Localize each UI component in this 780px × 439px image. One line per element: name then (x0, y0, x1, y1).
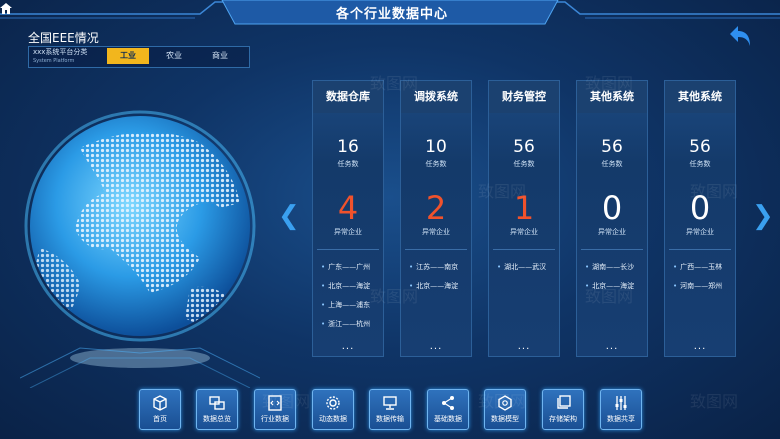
anomaly-label: 异常企业 (489, 227, 559, 237)
nav-data-sharing-button[interactable]: 数据共享 (600, 389, 642, 430)
task-count-label: 任务数 (313, 159, 383, 169)
divider (405, 249, 467, 250)
task-count-label: 任务数 (665, 159, 735, 169)
list-item[interactable]: 北京——海淀 (321, 277, 383, 296)
location-list: 湖北——武汉 (489, 258, 559, 277)
hexagon-icon (497, 395, 513, 411)
anomaly-count: 2 (401, 191, 471, 225)
share-icon (440, 395, 456, 411)
task-count: 56 (665, 137, 735, 157)
nav-industry-data-button[interactable]: 行业数据 (254, 389, 296, 430)
tab-commerce[interactable]: 商业 (199, 48, 241, 64)
page-title-text: 各个行业数据中心 (336, 7, 448, 22)
panel-title: 其他系统 (665, 81, 735, 113)
location-list: 广西——玉林 河南——郑州 (665, 258, 735, 296)
monitor-icon (382, 395, 398, 411)
list-item[interactable]: 河南——郑州 (673, 277, 735, 296)
task-count-label: 任务数 (577, 159, 647, 169)
list-item[interactable]: 北京——海淀 (409, 277, 471, 296)
more-button[interactable]: ... (577, 341, 647, 352)
nav-label: 行业数据 (255, 414, 295, 424)
panel-title: 财务管控 (489, 81, 559, 113)
nav-storage-architecture-button[interactable]: 存储架构 (542, 389, 584, 430)
platform-label: xxx系统平台分类 System Platform (33, 48, 87, 66)
next-arrow-icon[interactable]: ❯ (752, 203, 774, 229)
location-list: 湖南——长沙 北京——海淀 (577, 258, 647, 296)
platform-selector: xxx系统平台分类 System Platform 工业 农业 商业 (28, 46, 250, 68)
more-button[interactable]: ... (489, 341, 559, 352)
nav-data-model-button[interactable]: 数据模型 (484, 389, 526, 430)
panel-title: 调拨系统 (401, 81, 471, 113)
list-item[interactable]: 上海——浦东 (321, 296, 383, 315)
panel-title: 其他系统 (577, 81, 647, 113)
nav-label: 数据总览 (197, 414, 237, 424)
list-item[interactable]: 浙江——杭州 (321, 315, 383, 334)
gear-icon (325, 395, 341, 411)
code-doc-icon (267, 395, 283, 411)
anomaly-label: 异常企业 (577, 227, 647, 237)
task-count: 56 (577, 137, 647, 157)
anomaly-count: 0 (665, 191, 735, 225)
tab-industry[interactable]: 工业 (107, 48, 149, 64)
panel-other-system-1: 其他系统 56 任务数 0 异常企业 湖南——长沙 北京——海淀 ... (576, 80, 648, 357)
panel-finance-control: 财务管控 56 任务数 1 异常企业 湖北——武汉 ... (488, 80, 560, 357)
tab-agriculture[interactable]: 农业 (153, 48, 195, 64)
location-list: 江苏——南京 北京——海淀 (401, 258, 471, 296)
nav-data-transfer-button[interactable]: 数据传输 (369, 389, 411, 430)
panel-title: 数据仓库 (313, 81, 383, 113)
cube-icon (152, 395, 168, 411)
location-list: 广东——广州 北京——海淀 上海——浦东 浙江——杭州 (313, 258, 383, 334)
nav-dynamic-data-button[interactable]: 动态数据 (312, 389, 354, 430)
overview-icon (209, 395, 225, 411)
task-count-label: 任务数 (489, 159, 559, 169)
nav-label: 基础数据 (428, 414, 468, 424)
task-count: 10 (401, 137, 471, 157)
anomaly-label: 异常企业 (401, 227, 471, 237)
nav-basic-data-button[interactable]: 基础数据 (427, 389, 469, 430)
anomaly-label: 异常企业 (665, 227, 735, 237)
divider (493, 249, 555, 250)
nav-label: 动态数据 (313, 414, 353, 424)
nav-label: 数据共享 (601, 414, 641, 424)
list-item[interactable]: 北京——海淀 (585, 277, 647, 296)
list-item[interactable]: 广东——广州 (321, 258, 383, 277)
anomaly-label: 异常企业 (313, 227, 383, 237)
anomaly-count: 4 (313, 191, 383, 225)
list-item[interactable]: 湖北——武汉 (497, 258, 559, 277)
nav-label: 首页 (140, 414, 180, 424)
list-item[interactable]: 湖南——长沙 (585, 258, 647, 277)
nav-label: 数据模型 (485, 414, 525, 424)
more-button[interactable]: ... (313, 341, 383, 352)
anomaly-count: 0 (577, 191, 647, 225)
nav-home-button[interactable]: 首页 (139, 389, 181, 430)
panel-dispatch-system: 调拨系统 10 任务数 2 异常企业 江苏——南京 北京——海淀 ... (400, 80, 472, 357)
watermark: 致图网 (690, 388, 738, 412)
panel-other-system-2: 其他系统 56 任务数 0 异常企业 广西——玉林 河南——郑州 ... (664, 80, 736, 357)
sliders-icon (613, 395, 629, 411)
nav-overview-button[interactable]: 数据总览 (196, 389, 238, 430)
divider (581, 249, 643, 250)
task-count: 16 (313, 137, 383, 157)
section-title: 全国EEE情况 (28, 29, 99, 46)
platform-sub-label: System Platform (33, 57, 87, 66)
nav-label: 数据传输 (370, 414, 410, 424)
stack-icon (555, 395, 571, 411)
panel-data-warehouse: 数据仓库 16 任务数 4 异常企业 广东——广州 北京——海淀 上海——浦东 … (312, 80, 384, 357)
more-button[interactable]: ... (401, 341, 471, 352)
anomaly-count: 1 (489, 191, 559, 225)
prev-arrow-icon[interactable]: ❮ (278, 203, 300, 229)
back-arrow-icon[interactable] (728, 22, 754, 48)
page-title: 各个行业数据中心 (0, 3, 780, 22)
divider (317, 249, 379, 250)
list-item[interactable]: 广西——玉林 (673, 258, 735, 277)
nav-label: 存储架构 (543, 414, 583, 424)
top-bar: 各个行业数据中心 (0, 0, 780, 28)
task-count: 56 (489, 137, 559, 157)
more-button[interactable]: ... (665, 341, 735, 352)
globe-illustration (20, 108, 260, 388)
divider (669, 249, 731, 250)
platform-label-text: xxx系统平台分类 (33, 48, 87, 56)
list-item[interactable]: 江苏——南京 (409, 258, 471, 277)
task-count-label: 任务数 (401, 159, 471, 169)
